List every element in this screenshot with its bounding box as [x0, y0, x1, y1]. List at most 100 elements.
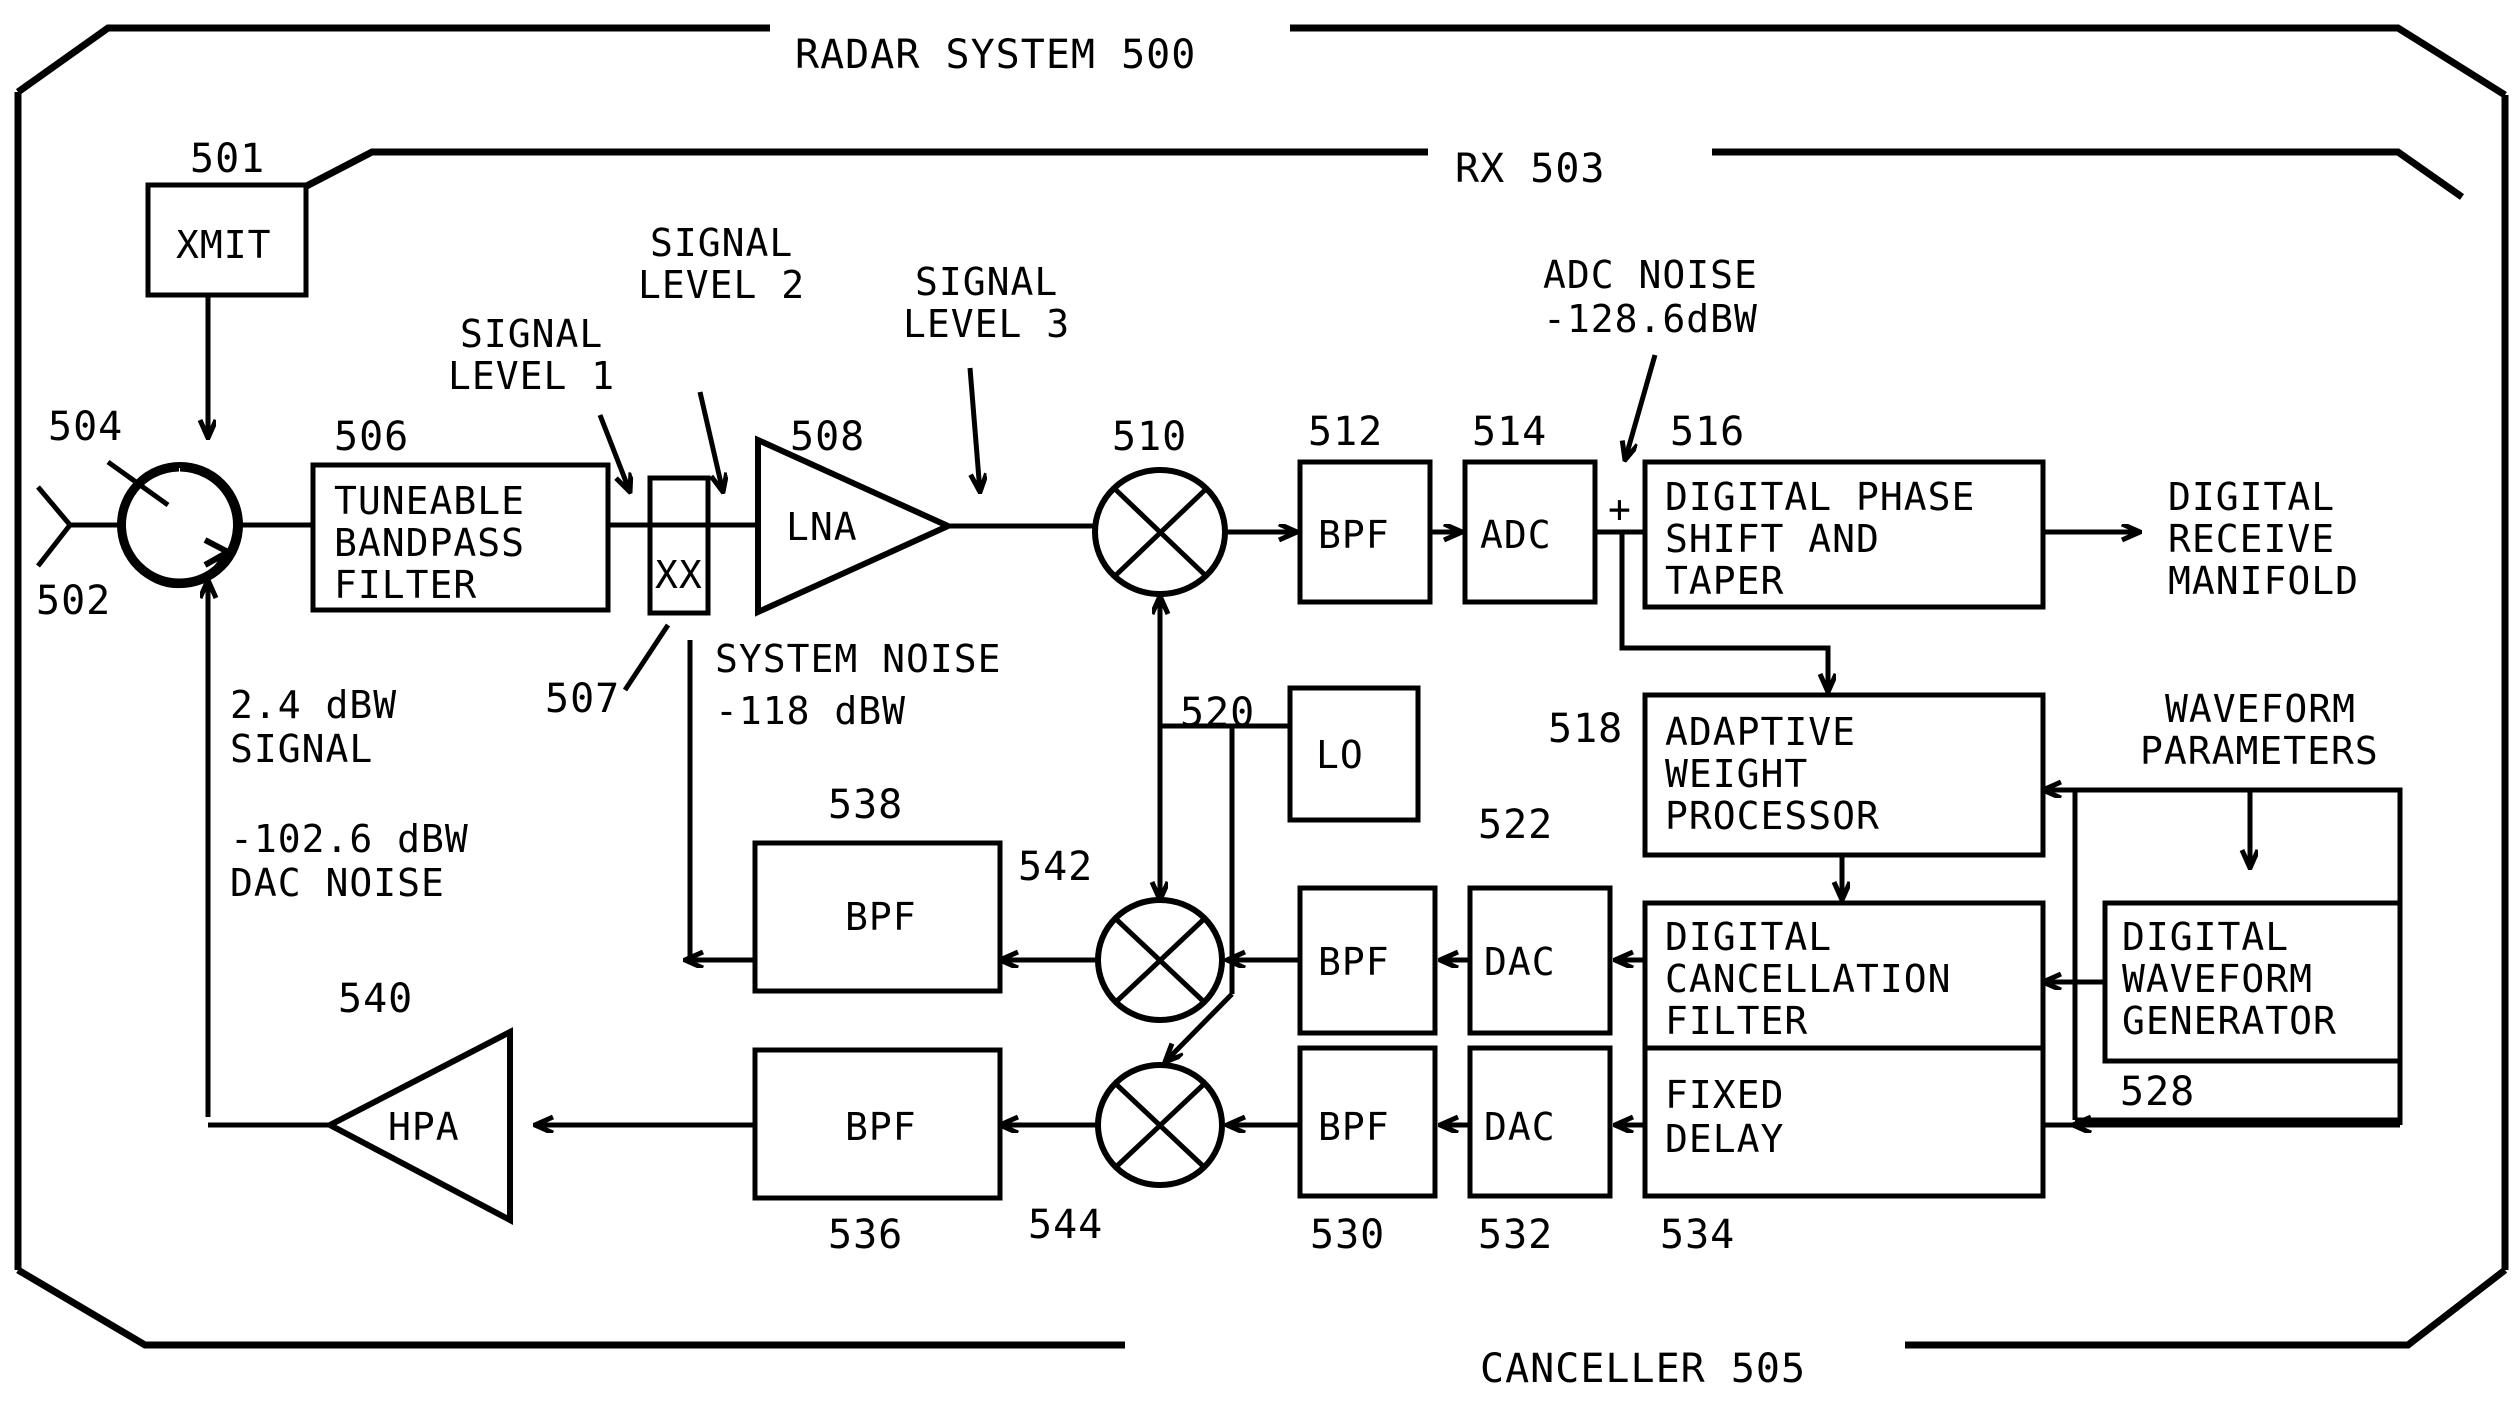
- awp-line-2: WEIGHT: [1665, 752, 1808, 796]
- dcf-line-1: DIGITAL: [1665, 915, 1832, 959]
- ref-544: 544: [1028, 1202, 1103, 1248]
- dac522-label: DAC: [1484, 940, 1556, 984]
- drm-line-1: DIGITAL: [2168, 475, 2335, 519]
- ref-534: 534: [1660, 1212, 1735, 1258]
- tbpf-line-2: BANDPASS: [334, 521, 525, 565]
- patent-figure-radar-system: RADAR SYSTEM 500 RX 503 CANCELLER 505 XM…: [0, 0, 2520, 1414]
- block-bpf-530[interactable]: BPF: [1297, 1045, 1438, 1199]
- signal-dbw-line1: 2.4 dBW: [230, 683, 397, 727]
- ref-516: 516: [1670, 409, 1745, 455]
- ref-506: 506: [334, 414, 409, 460]
- dac-noise-line1: -102.6 dBW: [230, 817, 469, 861]
- mixer-544: [1095, 1062, 1225, 1188]
- ref-536: 536: [828, 1212, 903, 1258]
- dpst-line-2: SHIFT AND: [1665, 517, 1880, 561]
- adc-noise-line2: -128.6dBW: [1543, 297, 1758, 341]
- canceller-title: CANCELLER 505: [1480, 1346, 1806, 1392]
- fixed-delay-line-1: FIXED: [1665, 1073, 1784, 1117]
- block-attenuator-507[interactable]: XX: [647, 475, 711, 616]
- ref-532: 532: [1478, 1212, 1553, 1258]
- ref-540: 540: [338, 976, 413, 1022]
- wfp-line-1: WAVEFORM: [2165, 687, 2356, 731]
- annotation-waveform-parameters: WAVEFORM PARAMETERS: [2140, 687, 2379, 868]
- hpa-label: HPA: [388, 1105, 460, 1149]
- leader-adc-noise: [1625, 354, 1658, 460]
- block-digital-waveform-generator[interactable]: DIGITAL WAVEFORM GENERATOR: [2102, 900, 2403, 1064]
- block-adaptive-weight-processor[interactable]: ADAPTIVE WEIGHT PROCESSOR: [1642, 692, 2046, 858]
- block-digital-phase-shift-and-taper[interactable]: DIGITAL PHASE SHIFT AND TAPER: [1642, 459, 2046, 610]
- mixer-542: [1095, 897, 1225, 1023]
- dac532-label: DAC: [1484, 1105, 1556, 1149]
- block-fixed-delay[interactable]: FIXED DELAY: [1642, 1045, 2046, 1199]
- ref-528: 528: [2120, 1069, 2195, 1115]
- summing-node-plus: +: [1608, 487, 1632, 531]
- adc-label: ADC: [1480, 513, 1552, 557]
- bpf538-label: BPF: [845, 895, 917, 939]
- leader-507: [622, 623, 671, 692]
- awp-line-1: ADAPTIVE: [1665, 710, 1856, 754]
- block-bpf-524[interactable]: BPF: [1297, 885, 1438, 1036]
- ref-501: 501: [190, 136, 265, 182]
- wfp-line-2: PARAMETERS: [2140, 729, 2379, 773]
- ref-507: 507: [545, 676, 620, 722]
- figure-canvas: RADAR SYSTEM 500 RX 503 CANCELLER 505 XM…: [14, 24, 2509, 1392]
- antenna-502: [36, 485, 120, 568]
- system-noise-line1: SYSTEM NOISE: [715, 637, 1002, 681]
- awp-line-3: PROCESSOR: [1665, 794, 1880, 838]
- block-xmit[interactable]: XMIT: [145, 182, 309, 298]
- block-bpf-538[interactable]: BPF: [752, 840, 1003, 994]
- bpf524-label: BPF: [1318, 940, 1390, 984]
- system-noise-line2: -118 dBW: [715, 689, 906, 733]
- attenuator-label: XX: [655, 553, 703, 597]
- bpf512-label: BPF: [1318, 513, 1390, 557]
- tbpf-line-3: FILTER: [334, 563, 477, 607]
- dac-noise-line2: DAC NOISE: [230, 861, 445, 905]
- block-lna-508[interactable]: LNA: [755, 435, 956, 617]
- annotation-signal-level-3: SIGNAL LEVEL 3: [903, 260, 1070, 492]
- annotation-digital-receive-manifold: DIGITAL RECEIVE MANIFOLD: [2168, 475, 2359, 603]
- ref-512: 512: [1308, 409, 1383, 455]
- mixer-510: [1092, 467, 1228, 597]
- tbpf-line-1: TUNEABLE: [334, 479, 525, 523]
- signal-level-1-line2: LEVEL 1: [448, 354, 615, 398]
- block-hpa-540[interactable]: HPA: [323, 1027, 513, 1225]
- lna-label: LNA: [786, 505, 858, 549]
- dcf-line-3: FILTER: [1665, 999, 1808, 1043]
- ref-510: 510: [1112, 414, 1187, 460]
- ref-518: 518: [1548, 706, 1623, 752]
- drm-line-3: MANIFOLD: [2168, 559, 2359, 603]
- signal-level-3-line1: SIGNAL: [915, 260, 1058, 304]
- annotation-signal-dbw: 2.4 dBW SIGNAL: [230, 683, 397, 771]
- signal-level-2-line2: LEVEL 2: [638, 263, 805, 307]
- block-tuneable-bandpass-filter[interactable]: TUNEABLE BANDPASS FILTER: [310, 462, 611, 613]
- signal-level-3-line2: LEVEL 3: [903, 302, 1070, 346]
- ref-504: 504: [48, 404, 123, 450]
- ref-502: 502: [36, 578, 111, 624]
- block-lo-520[interactable]: LO: [1287, 685, 1421, 823]
- fixed-delay-line-2: DELAY: [1665, 1117, 1784, 1161]
- rx-title: RX 503: [1455, 146, 1606, 192]
- block-bpf-512[interactable]: BPF: [1297, 459, 1433, 605]
- bpf530-label: BPF: [1318, 1105, 1390, 1149]
- signal-level-1-line1: SIGNAL: [460, 312, 603, 356]
- annotation-system-noise: SYSTEM NOISE -118 dBW: [715, 637, 1002, 733]
- annotation-dac-noise: -102.6 dBW DAC NOISE: [230, 817, 469, 905]
- dcf-line-2: CANCELLATION: [1665, 957, 1952, 1001]
- dwg-line-3: GENERATOR: [2122, 999, 2337, 1043]
- block-dac-532[interactable]: DAC: [1467, 1045, 1613, 1199]
- block-dac-522[interactable]: DAC: [1467, 885, 1613, 1036]
- block-bpf-536[interactable]: BPF: [752, 1047, 1003, 1201]
- lo-label: LO: [1316, 733, 1364, 777]
- block-adc-514[interactable]: ADC: [1462, 459, 1598, 605]
- block-digital-cancellation-filter[interactable]: DIGITAL CANCELLATION FILTER: [1642, 900, 2046, 1064]
- signal-level-2-line1: SIGNAL: [650, 221, 793, 265]
- adc-noise-line1: ADC NOISE: [1543, 253, 1758, 297]
- radar-system-title: RADAR SYSTEM 500: [795, 32, 1196, 78]
- ref-520: 520: [1180, 690, 1255, 736]
- ref-508: 508: [790, 414, 865, 460]
- dwg-line-1: DIGITAL: [2122, 915, 2289, 959]
- ref-530: 530: [1310, 1212, 1385, 1258]
- dwg-line-2: WAVEFORM: [2122, 957, 2313, 1001]
- leader-signal-level-3: [967, 367, 980, 492]
- rx-boundary: [293, 148, 2465, 200]
